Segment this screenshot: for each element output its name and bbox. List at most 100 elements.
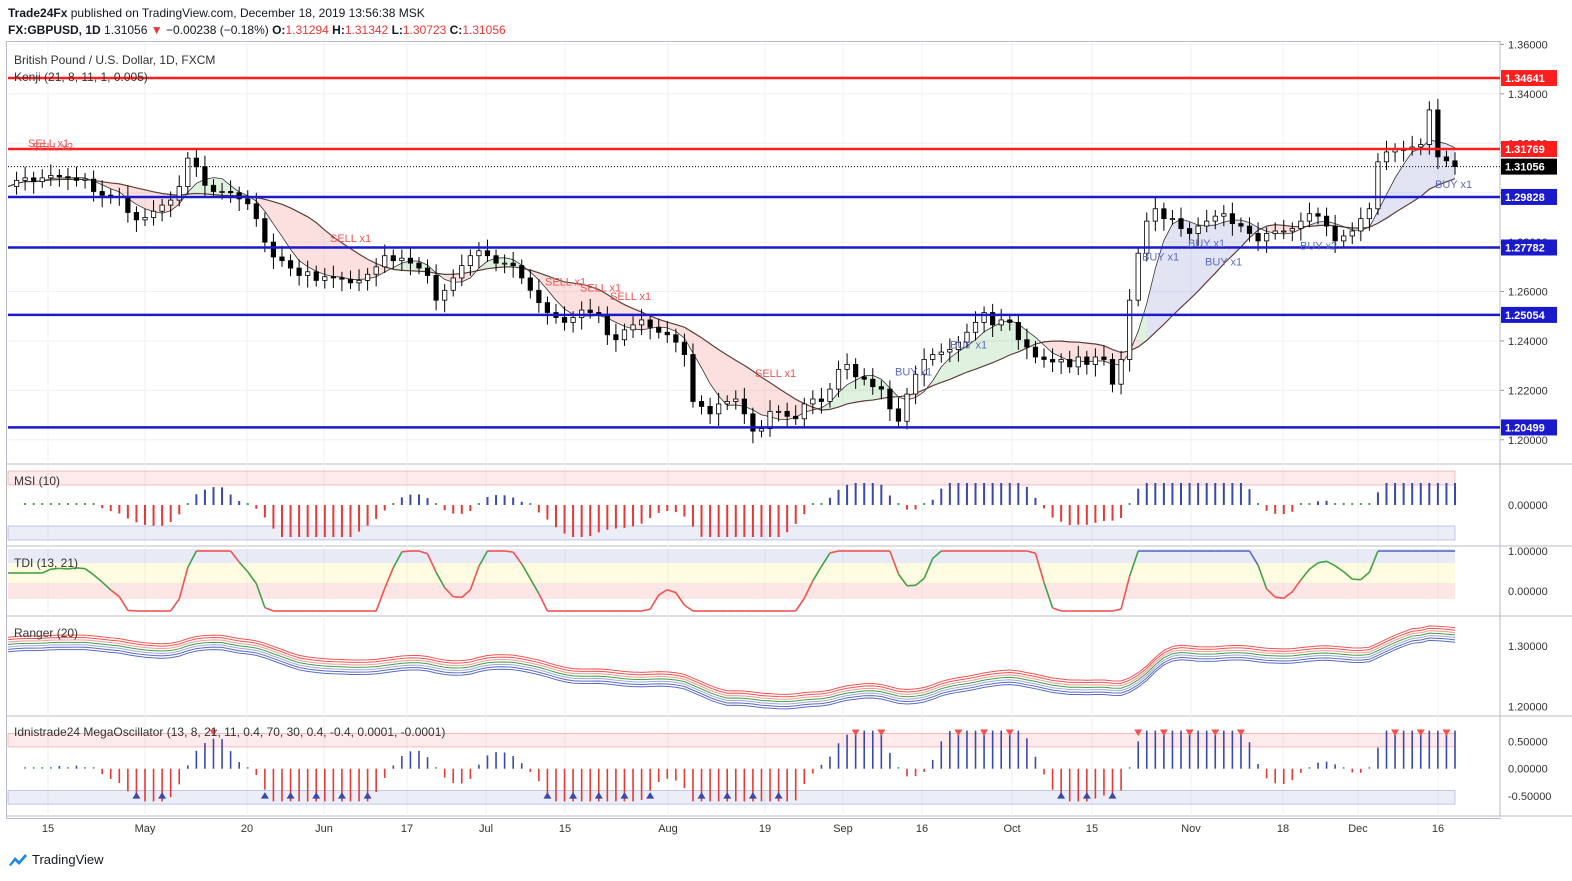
y-tick-label: 1.26000 bbox=[1508, 287, 1548, 299]
candle-body bbox=[313, 271, 319, 281]
candle-body bbox=[1075, 356, 1081, 368]
msi-title[interactable]: MSI (10) bbox=[14, 474, 60, 488]
ranger-band-line bbox=[7, 632, 1456, 703]
y-tick-label: 1.24000 bbox=[1508, 336, 1548, 348]
candle-body bbox=[587, 309, 593, 313]
tdi-line bbox=[401, 550, 411, 553]
candle-body bbox=[219, 191, 225, 193]
x-tick-label: Aug bbox=[658, 823, 678, 835]
candle-body bbox=[853, 364, 859, 378]
candle-body bbox=[1315, 213, 1321, 217]
candle-body bbox=[1152, 208, 1158, 222]
candle-body bbox=[870, 378, 876, 388]
y-tick-label: 1.22000 bbox=[1508, 385, 1548, 397]
candle-body bbox=[664, 331, 670, 336]
y-tick-label: -0.50000 bbox=[1508, 791, 1551, 803]
candle-body bbox=[433, 275, 439, 301]
candle-body bbox=[758, 428, 765, 432]
candle-body bbox=[39, 177, 45, 182]
candle-body bbox=[698, 401, 705, 407]
chart-canvas[interactable]: SELL x1SELL x2SELL x1SELL x1SELL x1SELL … bbox=[0, 0, 1572, 881]
candle-body bbox=[1272, 230, 1278, 234]
candle-body bbox=[1221, 213, 1227, 217]
x-tick-label: 15 bbox=[559, 823, 571, 835]
candle-body bbox=[621, 329, 628, 341]
x-tick-label: 16 bbox=[916, 823, 928, 835]
candle-body bbox=[972, 322, 979, 333]
candle-body bbox=[775, 410, 782, 413]
candle-body bbox=[1358, 218, 1364, 232]
signal-label: BUY x2 bbox=[1300, 241, 1337, 253]
candle-body bbox=[1264, 233, 1270, 242]
tdi-line bbox=[127, 609, 137, 612]
candle-body bbox=[193, 157, 199, 168]
tradingview-logo[interactable]: TradingView bbox=[8, 852, 104, 867]
level-tag-label: 1.31769 bbox=[1505, 144, 1545, 156]
candle-body bbox=[399, 257, 405, 262]
tdi-pane bbox=[8, 549, 1455, 612]
candle-body bbox=[1161, 208, 1167, 220]
candle-body bbox=[1049, 359, 1056, 363]
signal-label: SELL x2 bbox=[32, 142, 73, 154]
candle-body bbox=[793, 415, 799, 420]
candle-body bbox=[168, 199, 174, 206]
tdi-title[interactable]: TDI (13, 21) bbox=[14, 556, 78, 570]
kenji-band bbox=[941, 357, 950, 383]
x-tick-label: Oct bbox=[1003, 823, 1020, 835]
candle-body bbox=[561, 317, 568, 323]
level-tag-label: 1.29828 bbox=[1505, 192, 1545, 204]
x-tick-label: Jul bbox=[479, 823, 493, 835]
candle-body bbox=[1007, 319, 1013, 323]
candle-body bbox=[613, 334, 619, 341]
candle-body bbox=[407, 257, 414, 264]
candle-body bbox=[262, 218, 268, 243]
signal-label: BUY x1 bbox=[1435, 179, 1472, 191]
candle-body bbox=[638, 319, 645, 326]
signal-label: BUY x1 bbox=[1188, 238, 1225, 250]
kenji-indicator-title[interactable]: Kenji (21, 8, 11, 1, 0.005) bbox=[14, 70, 148, 84]
tdi-line bbox=[641, 608, 651, 612]
candle-body bbox=[459, 265, 465, 279]
candle-body bbox=[1127, 299, 1133, 360]
candle-body bbox=[270, 241, 277, 258]
candle-body bbox=[1366, 208, 1372, 220]
candle-body bbox=[13, 179, 20, 187]
candle-body bbox=[1383, 151, 1390, 163]
kenji-band bbox=[290, 207, 300, 261]
x-tick-label: 20 bbox=[241, 823, 253, 835]
megaoscillator-title[interactable]: Idnistrade24 MegaOscillator (13, 8, 21, … bbox=[14, 725, 445, 739]
candle-body bbox=[296, 267, 302, 276]
candle-body bbox=[1092, 356, 1098, 365]
candle-body bbox=[887, 388, 893, 410]
candle-body bbox=[1135, 252, 1141, 301]
candle-body bbox=[390, 255, 396, 262]
kenji-band bbox=[949, 351, 959, 380]
main-pane-title: British Pound / U.S. Dollar, 1D, FXCM bbox=[14, 53, 216, 67]
x-tick-label: 15 bbox=[1086, 823, 1098, 835]
msi-lower-zone bbox=[7, 525, 1456, 541]
candle-body bbox=[210, 184, 217, 192]
kenji-band bbox=[1206, 225, 1216, 282]
candle-body bbox=[1067, 359, 1073, 368]
candle-body bbox=[65, 176, 71, 179]
kenji-band bbox=[1163, 224, 1173, 325]
candle-body bbox=[56, 175, 62, 178]
candle-body bbox=[1289, 228, 1295, 232]
y-tick-label: 1.00000 bbox=[1508, 546, 1548, 558]
x-tick-label: Dec bbox=[1348, 823, 1368, 835]
kenji-band bbox=[1138, 303, 1147, 347]
tdi-line bbox=[1112, 608, 1122, 612]
ranger-title[interactable]: Ranger (20) bbox=[14, 626, 78, 640]
kenji-band bbox=[1044, 341, 1053, 354]
y-tick-label: 1.20000 bbox=[1508, 702, 1548, 714]
candle-body bbox=[1298, 220, 1304, 229]
signal-label: SELL x1 bbox=[330, 233, 371, 245]
candle-body bbox=[185, 157, 191, 187]
kenji-band bbox=[1412, 148, 1421, 202]
candle-body bbox=[536, 289, 542, 304]
kenji-band bbox=[299, 212, 308, 267]
candle-body bbox=[656, 326, 662, 333]
y-tick-label: 0.00000 bbox=[1508, 586, 1548, 598]
tdi-line bbox=[1352, 578, 1361, 581]
candle-body bbox=[91, 178, 97, 192]
